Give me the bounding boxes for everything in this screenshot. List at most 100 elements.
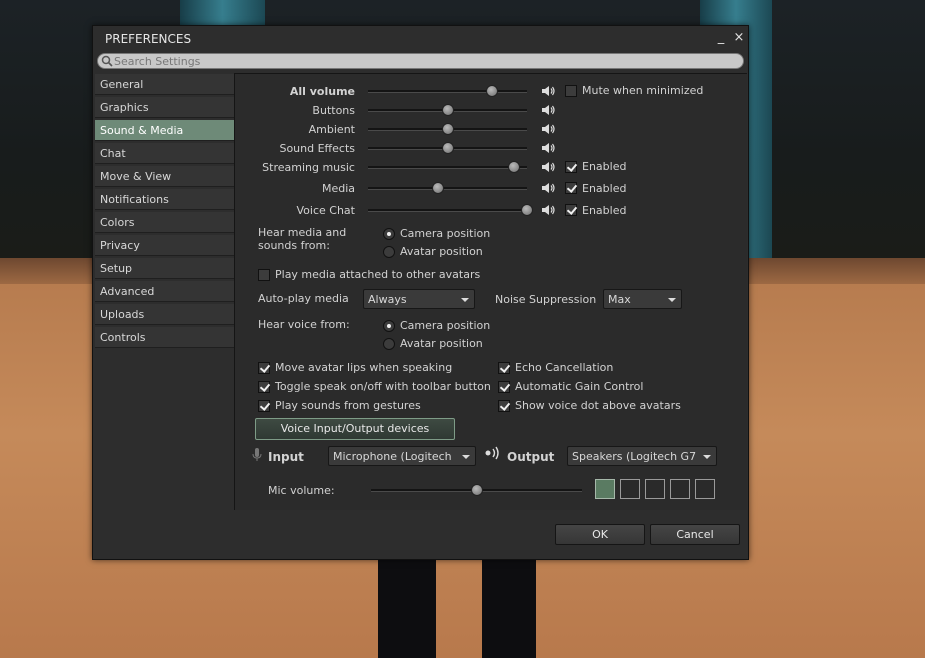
hear-media-label-line2: sounds from: (258, 239, 330, 252)
voice-dot-label: Show voice dot above avatars (515, 399, 681, 412)
auto-play-dropdown[interactable]: Always (363, 289, 475, 309)
slider-knob[interactable] (486, 85, 499, 97)
sidebar-item-move-view[interactable]: Move & View (95, 166, 235, 187)
sidebar-item-graphics[interactable]: Graphics (95, 97, 235, 118)
search-bar[interactable] (97, 53, 744, 69)
mic-volume-slider[interactable] (371, 484, 582, 496)
speaker-icon[interactable] (541, 161, 555, 173)
ok-button[interactable]: OK (555, 524, 645, 545)
voice-chat-volume-label: Voice Chat (296, 204, 355, 217)
output-device-dropdown[interactable]: Speakers (Logitech G7 (567, 446, 717, 466)
speaker-icon[interactable] (541, 123, 555, 135)
speaker-icon[interactable] (541, 142, 555, 154)
streaming-music-slider[interactable] (368, 161, 527, 173)
sidebar-item-advanced[interactable]: Advanced (95, 281, 235, 302)
all-volume-slider[interactable] (368, 85, 527, 97)
echo-cancellation-checkbox[interactable] (498, 362, 510, 374)
close-button[interactable]: × (731, 29, 747, 47)
echo-cancellation-label: Echo Cancellation (515, 361, 614, 374)
input-device-value: Microphone (Logitech (333, 450, 452, 463)
hear-voice-camera-radio[interactable] (383, 320, 395, 332)
gesture-sounds-checkbox[interactable] (258, 400, 270, 412)
gain-control-label: Automatic Gain Control (515, 380, 644, 393)
slider-knob[interactable] (431, 182, 444, 194)
mute-when-minimized-checkbox[interactable] (565, 85, 577, 97)
hear-voice-avatar-label: Avatar position (400, 337, 483, 350)
noise-suppression-value: Max (608, 293, 631, 306)
toggle-speak-checkbox[interactable] (258, 381, 270, 393)
search-icon (101, 55, 113, 67)
sound-effects-volume-slider[interactable] (368, 142, 527, 154)
streaming-music-label: Streaming music (262, 161, 355, 174)
speaker-icon[interactable] (541, 104, 555, 116)
media-volume-slider[interactable] (368, 182, 527, 194)
microphone-icon (252, 448, 262, 461)
streaming-music-enabled-checkbox[interactable] (565, 161, 577, 173)
speaker-icon[interactable] (541, 182, 555, 194)
hear-voice-camera-label: Camera position (400, 319, 491, 332)
output-speaker-icon (485, 446, 499, 460)
sidebar-item-colors[interactable]: Colors (95, 212, 235, 233)
ambient-volume-slider[interactable] (368, 123, 527, 135)
sidebar-item-setup[interactable]: Setup (95, 258, 235, 279)
hear-media-camera-radio[interactable] (383, 228, 395, 240)
sound-media-panel: All volume Mute when minimized Buttons A… (234, 73, 747, 510)
buttons-volume-slider[interactable] (368, 104, 527, 116)
title-bar[interactable]: PREFERENCES _ × (93, 26, 748, 52)
auto-play-value: Always (368, 293, 407, 306)
chevron-down-icon (461, 298, 469, 302)
slider-knob[interactable] (521, 204, 533, 216)
gain-control-checkbox[interactable] (498, 381, 510, 393)
speaker-icon[interactable] (541, 204, 555, 216)
noise-suppression-dropdown[interactable]: Max (603, 289, 682, 309)
mic-volume-label: Mic volume: (268, 484, 335, 497)
minimize-button[interactable]: _ (713, 29, 729, 47)
output-label: Output (507, 450, 555, 464)
media-volume-label: Media (321, 182, 355, 195)
mic-level-bar-3 (645, 479, 665, 499)
sidebar-item-privacy[interactable]: Privacy (95, 235, 235, 256)
gesture-sounds-label: Play sounds from gestures (275, 399, 421, 412)
voice-dot-checkbox[interactable] (498, 400, 510, 412)
media-enabled-checkbox[interactable] (565, 182, 577, 194)
slider-track (368, 90, 527, 93)
chevron-down-icon (462, 455, 470, 459)
slider-knob[interactable] (441, 123, 454, 135)
all-volume-label: All volume (289, 85, 355, 98)
sidebar-item-chat[interactable]: Chat (95, 143, 235, 164)
voice-chat-volume-slider[interactable] (368, 204, 533, 216)
play-media-attached-checkbox[interactable] (258, 269, 270, 281)
streaming-music-enabled-label: Enabled (582, 160, 627, 173)
hear-media-avatar-radio[interactable] (383, 246, 395, 258)
sidebar-item-notifications[interactable]: Notifications (95, 189, 235, 210)
scene-avatar-leg-right (482, 560, 536, 658)
voice-chat-enabled-checkbox[interactable] (565, 204, 577, 216)
input-device-dropdown[interactable]: Microphone (Logitech (328, 446, 476, 466)
sidebar-item-general[interactable]: General (95, 74, 235, 95)
chevron-down-icon (703, 455, 711, 459)
sidebar-item-sound-media[interactable]: Sound & Media (95, 120, 235, 141)
hear-voice-avatar-radio[interactable] (383, 338, 395, 350)
window-title: PREFERENCES (105, 32, 192, 46)
move-lips-checkbox[interactable] (258, 362, 270, 374)
sidebar-item-controls[interactable]: Controls (95, 327, 235, 348)
scene-avatar-leg-left (378, 560, 436, 658)
mic-level-bar-4 (670, 479, 690, 499)
speaker-icon[interactable] (541, 85, 555, 97)
output-device-value: Speakers (Logitech G7 (572, 450, 697, 463)
auto-play-label: Auto-play media (258, 292, 349, 305)
voice-devices-button[interactable]: Voice Input/Output devices (255, 418, 455, 440)
slider-knob[interactable] (441, 104, 454, 116)
sidebar-item-uploads[interactable]: Uploads (95, 304, 235, 325)
search-input[interactable] (114, 54, 734, 68)
voice-chat-enabled-label: Enabled (582, 204, 627, 217)
slider-knob[interactable] (508, 161, 521, 173)
preferences-window: PREFERENCES _ × General Graphics Sound &… (92, 25, 749, 560)
hear-media-camera-label: Camera position (400, 227, 491, 240)
slider-knob[interactable] (441, 142, 454, 154)
cancel-button[interactable]: Cancel (650, 524, 740, 545)
buttons-volume-label: Buttons (312, 104, 355, 117)
slider-knob[interactable] (470, 484, 483, 496)
ambient-volume-label: Ambient (308, 123, 355, 136)
slider-track (368, 166, 527, 169)
